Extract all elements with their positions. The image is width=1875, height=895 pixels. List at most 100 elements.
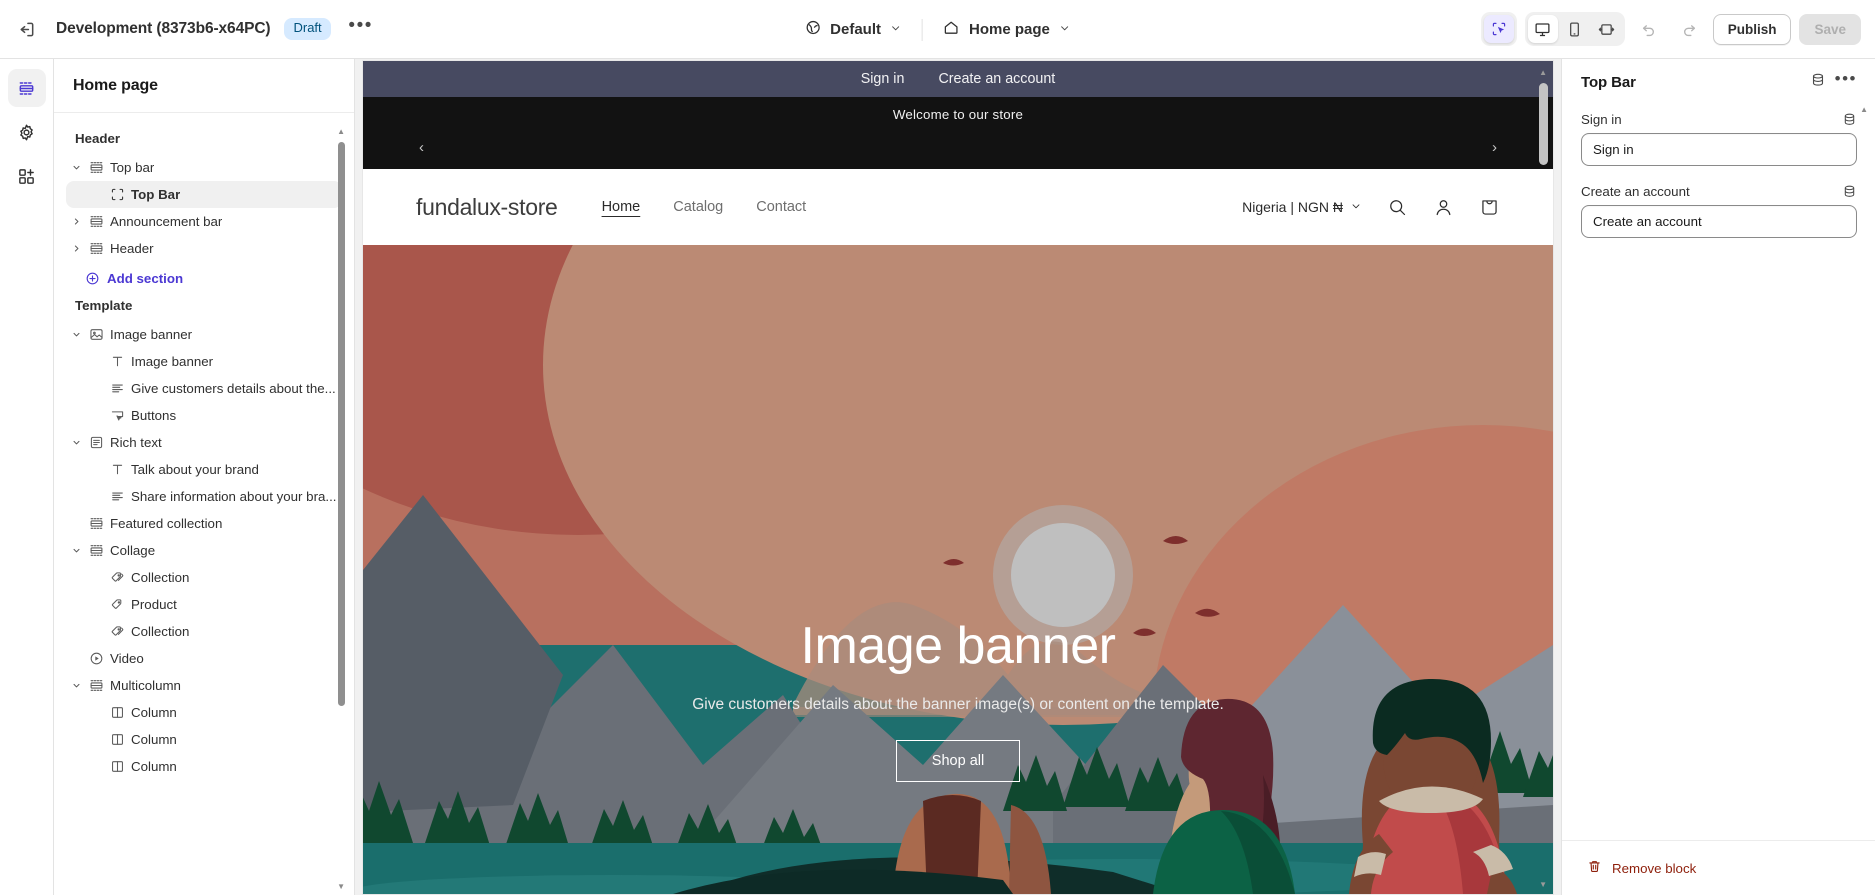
tree-item-multicolumn[interactable]: Multicolumn [66, 672, 342, 699]
scroll-down-arrow-icon[interactable]: ▼ [337, 882, 345, 891]
store-nav-home[interactable]: Home [602, 199, 641, 215]
tree-item-image-banner[interactable]: Image banner [66, 348, 342, 375]
field-input-create-an-account[interactable] [1581, 205, 1857, 238]
plus-circle-icon [85, 271, 100, 286]
column-icon [106, 732, 128, 747]
rail-sections-icon[interactable] [8, 69, 46, 107]
undo-icon[interactable] [1633, 13, 1665, 45]
tree-item-top-bar[interactable]: Top bar [66, 154, 342, 181]
tree-item-label: Give customers details about the... [131, 381, 336, 396]
more-icon[interactable]: ••• [1835, 74, 1857, 91]
store-nav-catalog[interactable]: Catalog [673, 199, 723, 215]
tree-item-share-information-about-your-bra[interactable]: Share information about your bra... [66, 483, 342, 510]
tree-item-collection[interactable]: Collection [66, 618, 342, 645]
store-create-account-link[interactable]: Create an account [938, 71, 1055, 87]
cart-icon[interactable] [1479, 197, 1500, 218]
chevron-down-icon[interactable] [67, 162, 85, 173]
left-icon-rail [0, 59, 54, 895]
tree-group-title-header: Header [54, 125, 354, 154]
search-icon[interactable] [1387, 197, 1408, 218]
tree-item-label: Column [131, 732, 177, 747]
tree-item-label: Image banner [110, 327, 192, 342]
dynamic-source-icon[interactable] [1810, 72, 1826, 93]
more-icon[interactable]: ••• [345, 13, 377, 45]
block-settings-header: Top Bar ••• [1562, 59, 1875, 106]
tree-item-column[interactable]: Column [66, 726, 342, 753]
mobile-icon[interactable] [1560, 15, 1590, 43]
add-section-button[interactable]: Add section [66, 264, 342, 292]
tree-item-buttons[interactable]: Buttons [66, 402, 342, 429]
tree-item-announcement-bar[interactable]: Announcement bar [66, 208, 342, 235]
tree-item-column[interactable]: Column [66, 699, 342, 726]
page-selector[interactable]: Home page [933, 13, 1081, 46]
dynamic-source-icon[interactable] [1842, 184, 1857, 199]
tree-item-column[interactable]: Column [66, 753, 342, 780]
chevron-right-icon[interactable] [67, 216, 85, 227]
exit-icon[interactable] [10, 13, 42, 45]
settings-field-create-an-account: Create an account [1581, 184, 1857, 238]
account-icon[interactable] [1433, 197, 1454, 218]
tree-item-collage[interactable]: Collage [66, 537, 342, 564]
tree-item-give-customers-details-about-the[interactable]: Give customers details about the... [66, 375, 342, 402]
store-top-bar: Sign in Create an account [363, 61, 1553, 97]
chevron-right-icon[interactable] [67, 243, 85, 254]
preview-scroll-up-arrow-icon[interactable]: ▲ [1539, 68, 1547, 77]
remove-block-button[interactable]: Remove block [1581, 854, 1702, 882]
currency-label: Nigeria | NGN ₦ [1242, 199, 1343, 215]
collection-icon [106, 570, 128, 585]
hero-shop-all-button[interactable]: Shop all [896, 740, 1020, 782]
dynamic-source-icon[interactable] [1842, 112, 1857, 127]
video-icon [85, 651, 107, 666]
rail-apps-icon[interactable] [8, 157, 46, 195]
desktop-icon[interactable] [1528, 15, 1558, 43]
preview-scroll-down-arrow-icon[interactable]: ▼ [1539, 880, 1547, 889]
tree-item-label: Talk about your brand [131, 462, 259, 477]
redo-icon[interactable] [1673, 13, 1705, 45]
chevron-down-icon[interactable] [67, 437, 85, 448]
chevron-down-icon [890, 21, 902, 38]
text-icon [106, 462, 128, 477]
fullwidth-icon[interactable] [1592, 15, 1622, 43]
field-label: Create an account [1581, 184, 1690, 199]
store-nav-contact[interactable]: Contact [756, 199, 806, 215]
chevron-left-icon[interactable]: ‹ [419, 139, 424, 156]
editor-body: Home page HeaderTop barTop BarAnnounceme… [0, 59, 1875, 895]
tree-item-collection[interactable]: Collection [66, 564, 342, 591]
sections-scrollbar-thumb[interactable] [338, 142, 345, 706]
tree-item-rich-text[interactable]: Rich text [66, 429, 342, 456]
tree-item-label: Header [110, 241, 154, 256]
block-settings-fields: Sign in Create an account [1562, 106, 1875, 840]
settings-field-sign-in: Sign in [1581, 112, 1857, 166]
tree-item-product[interactable]: Product [66, 591, 342, 618]
tree-item-featured-collection[interactable]: Featured collection [66, 510, 342, 537]
store-signin-link[interactable]: Sign in [861, 71, 905, 87]
rail-settings-gear-icon[interactable] [8, 113, 46, 151]
chevron-down-icon[interactable] [67, 680, 85, 691]
theme-selector[interactable]: Default [794, 13, 912, 46]
hero-content: Image banner Give customers details abou… [363, 617, 1553, 782]
tree-item-video[interactable]: Video [66, 645, 342, 672]
field-input-sign-in[interactable] [1581, 133, 1857, 166]
tree-item-top-bar[interactable]: Top Bar [66, 181, 342, 208]
tree-item-label: Top Bar [131, 187, 180, 202]
sections-tree-scroll[interactable]: HeaderTop barTop BarAnnouncement barHead… [54, 113, 354, 895]
store-logo[interactable]: fundalux-store [416, 194, 558, 221]
chevron-right-icon[interactable]: › [1492, 139, 1497, 156]
chevron-down-icon[interactable] [67, 545, 85, 556]
cursor-select-icon[interactable] [1484, 15, 1514, 43]
tree-item-header[interactable]: Header [66, 235, 342, 262]
tree-item-label: Product [131, 597, 177, 612]
preview-scrollbar-thumb[interactable] [1539, 83, 1548, 165]
chevron-down-icon[interactable] [67, 329, 85, 340]
tree-item-talk-about-your-brand[interactable]: Talk about your brand [66, 456, 342, 483]
publish-button[interactable]: Publish [1713, 14, 1792, 45]
scroll-up-arrow-icon[interactable]: ▲ [337, 127, 345, 136]
currency-selector[interactable]: Nigeria | NGN ₦ [1242, 199, 1362, 215]
tree-item-image-banner[interactable]: Image banner [66, 321, 342, 348]
store-header-actions: Nigeria | NGN ₦ [1242, 197, 1500, 218]
page-selector-label: Home page [969, 21, 1050, 38]
section-icon [85, 678, 107, 693]
column-icon [106, 705, 128, 720]
settings-scroll-up-arrow-icon[interactable]: ▲ [1860, 105, 1868, 114]
inspector-group [1481, 12, 1517, 46]
